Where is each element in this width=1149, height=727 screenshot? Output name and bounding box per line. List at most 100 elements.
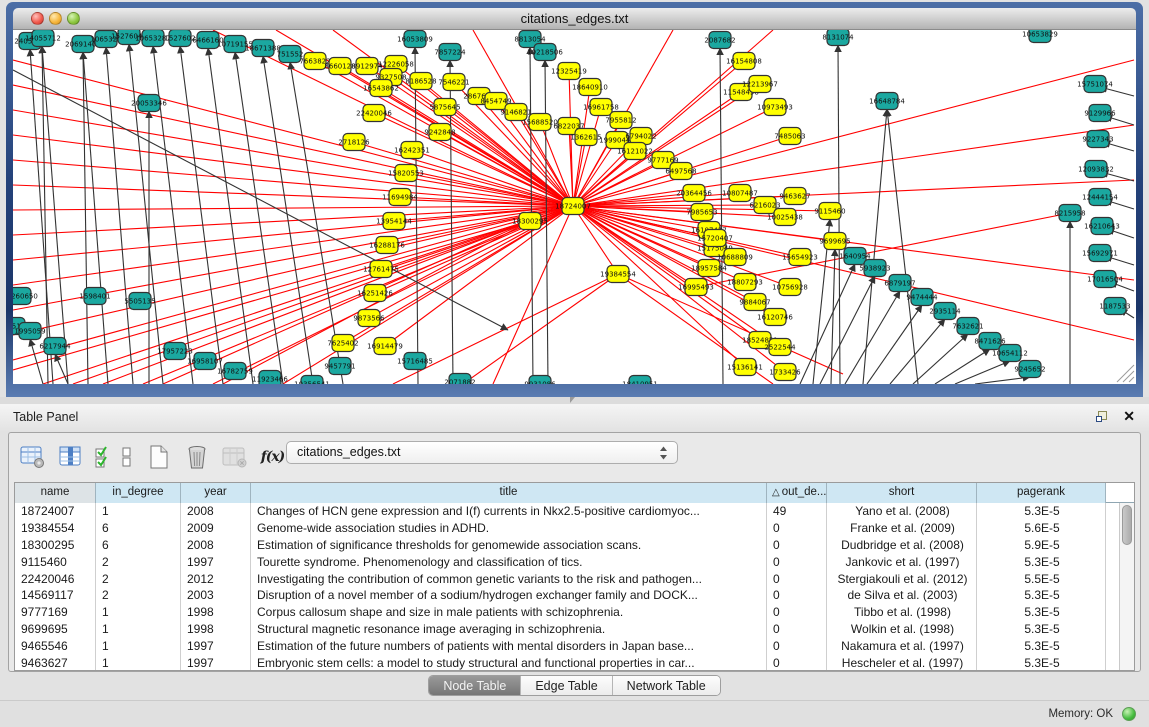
table-cell[interactable]: 9777169	[15, 604, 96, 621]
table-cell[interactable]: 9699695	[15, 621, 96, 638]
table-cell[interactable]: Disruption of a novel member of a sodium…	[251, 587, 767, 604]
table-cell[interactable]: 5.3E-5	[977, 587, 1106, 604]
table-cell[interactable]: 2	[96, 554, 181, 571]
table-cell[interactable]: 2008	[181, 503, 251, 520]
graph-node[interactable]: 18640910	[572, 79, 608, 96]
table-cell[interactable]: 1998	[181, 604, 251, 621]
table-cell[interactable]: 2008	[181, 537, 251, 554]
table-cell[interactable]: Tibbo et al. (1998)	[827, 604, 977, 621]
graph-node[interactable]: 2087682	[704, 32, 735, 49]
table-cell[interactable]: Estimation of the future numbers of pati…	[251, 638, 767, 655]
table-cell[interactable]: 0	[767, 621, 827, 638]
table-cell[interactable]: 9465546	[15, 638, 96, 655]
graph-node[interactable]: 6879197	[884, 275, 915, 292]
graph-node[interactable]: 15751074	[1077, 76, 1113, 93]
graph-node[interactable]: 12325419	[551, 63, 587, 80]
graph-node[interactable]: 10356541	[294, 376, 330, 385]
tab-edge-table[interactable]: Edge Table	[521, 676, 612, 695]
graph-node[interactable]: 751552	[277, 46, 304, 63]
table-cell[interactable]: 1	[96, 621, 181, 638]
tab-network-table[interactable]: Network Table	[613, 676, 720, 695]
table-cell[interactable]: 5.6E-5	[977, 520, 1106, 537]
show-columns-icon[interactable]	[57, 444, 84, 471]
table-cell[interactable]: Changes of HCN gene expression and I(f) …	[251, 503, 767, 520]
graph-node[interactable]: 16914479	[367, 338, 403, 355]
table-cell[interactable]: 1	[96, 655, 181, 671]
graph-node[interactable]: 2522544	[764, 339, 796, 356]
table-cell[interactable]: Stergiakouli et al. (2012)	[827, 571, 977, 588]
graph-node[interactable]: 16648784	[869, 93, 905, 110]
graph-node[interactable]: 9457791	[324, 358, 355, 375]
column-header-short[interactable]: short	[827, 483, 977, 503]
table-cell[interactable]: 2003	[181, 587, 251, 604]
graph-node[interactable]: 1733426	[769, 364, 801, 381]
table-cell[interactable]: 22420046	[15, 571, 96, 588]
graph-node[interactable]: 9115460	[814, 203, 845, 220]
graph-node[interactable]: 1598401	[79, 288, 110, 305]
graph-node[interactable]: 10653829	[1022, 30, 1058, 43]
graph-node[interactable]: 9245652	[1014, 361, 1045, 378]
table-cell[interactable]: 0	[767, 571, 827, 588]
table-row[interactable]: 1872400712008Changes of HCN gene express…	[15, 503, 1134, 520]
graph-node[interactable]: 5938923	[859, 260, 890, 277]
table-cell[interactable]: 0	[767, 537, 827, 554]
table-cell[interactable]: 5.3E-5	[977, 655, 1106, 671]
table-cell[interactable]: de Silva et al. (2003)	[827, 587, 977, 604]
table-cell[interactable]: Genome-wide association studies in ADHD.	[251, 520, 767, 537]
canvas-resize-grip-icon[interactable]	[1117, 365, 1134, 382]
table-cell[interactable]: 6	[96, 520, 181, 537]
table-cell[interactable]: Yano et al. (2008)	[827, 503, 977, 520]
graph-node[interactable]: 7485063	[774, 128, 805, 145]
graph-node[interactable]: 1995059	[14, 323, 45, 340]
graph-node[interactable]: 7955812	[605, 112, 636, 129]
graph-node[interactable]: 18410951	[622, 376, 658, 385]
table-cell[interactable]: 1	[96, 604, 181, 621]
graph-node[interactable]: 10756928	[772, 279, 808, 296]
table-cell[interactable]: 19384554	[15, 520, 96, 537]
graph-node[interactable]: 1362615	[570, 129, 601, 146]
graph-node[interactable]: 9227343	[1082, 131, 1113, 148]
table-cell[interactable]: 9115460	[15, 554, 96, 571]
table-cell[interactable]: Investigating the contribution of common…	[251, 571, 767, 588]
graph-node[interactable]: 16053809	[397, 31, 433, 48]
graph-node[interactable]: 1527602	[164, 30, 195, 47]
table-row[interactable]: 2242004622012Investigating the contribut…	[15, 571, 1134, 588]
graph-node[interactable]: 5505135	[124, 293, 155, 310]
table-cell[interactable]: 2	[96, 587, 181, 604]
new-document-icon[interactable]	[145, 444, 172, 471]
graph-node[interactable]: 9129966	[1084, 105, 1116, 122]
table-cell[interactable]: Corpus callosum shape and size in male p…	[251, 604, 767, 621]
table-cell[interactable]: 14569117	[15, 587, 96, 604]
table-cell[interactable]: Wolkin et al. (1998)	[827, 621, 977, 638]
column-header-name[interactable]: name	[15, 483, 96, 503]
select-all-checkboxes-icon[interactable]	[95, 444, 109, 471]
graph-node[interactable]: 15692971	[1082, 245, 1118, 262]
graph-node[interactable]: 25260650	[13, 288, 38, 305]
graph-node[interactable]: 9242848	[424, 124, 455, 141]
table-cell[interactable]: 0	[767, 655, 827, 671]
graph-node[interactable]: 7985653	[686, 204, 717, 221]
table-cell[interactable]: 5.5E-5	[977, 571, 1106, 588]
close-panel-icon[interactable]: ✕	[1123, 408, 1135, 425]
table-row[interactable]: 946554611997Estimation of the future num…	[15, 638, 1134, 655]
graph-node[interactable]: 9474444	[906, 289, 938, 306]
graph-node[interactable]: 20053346	[131, 95, 167, 112]
table-cell[interactable]: 0	[767, 604, 827, 621]
table-row[interactable]: 1938455462009Genome-wide association stu…	[15, 520, 1134, 537]
table-row[interactable]: 969969511998Structural magnetic resonanc…	[15, 621, 1134, 638]
table-cell[interactable]: Tourette syndrome. Phenomenology and cla…	[251, 554, 767, 571]
graph-node[interactable]: 6217944	[39, 338, 71, 355]
graph-node[interactable]: 7625402	[327, 335, 358, 352]
table-cell[interactable]: 0	[767, 587, 827, 604]
graph-node[interactable]: 16120746	[757, 309, 793, 326]
graph-node[interactable]: 7857224	[434, 44, 466, 61]
table-cell[interactable]: 2009	[181, 520, 251, 537]
table-cell[interactable]: 5.3E-5	[977, 554, 1106, 571]
graph-node[interactable]: 11923466	[252, 371, 288, 385]
table-cell[interactable]: 1	[96, 638, 181, 655]
table-row[interactable]: 1830029562008Estimation of significance …	[15, 537, 1134, 554]
table-cell[interactable]: 1997	[181, 638, 251, 655]
graph-node[interactable]: 7546221	[438, 74, 469, 91]
column-header-title[interactable]: title	[251, 483, 767, 503]
table-cell[interactable]: 49	[767, 503, 827, 520]
